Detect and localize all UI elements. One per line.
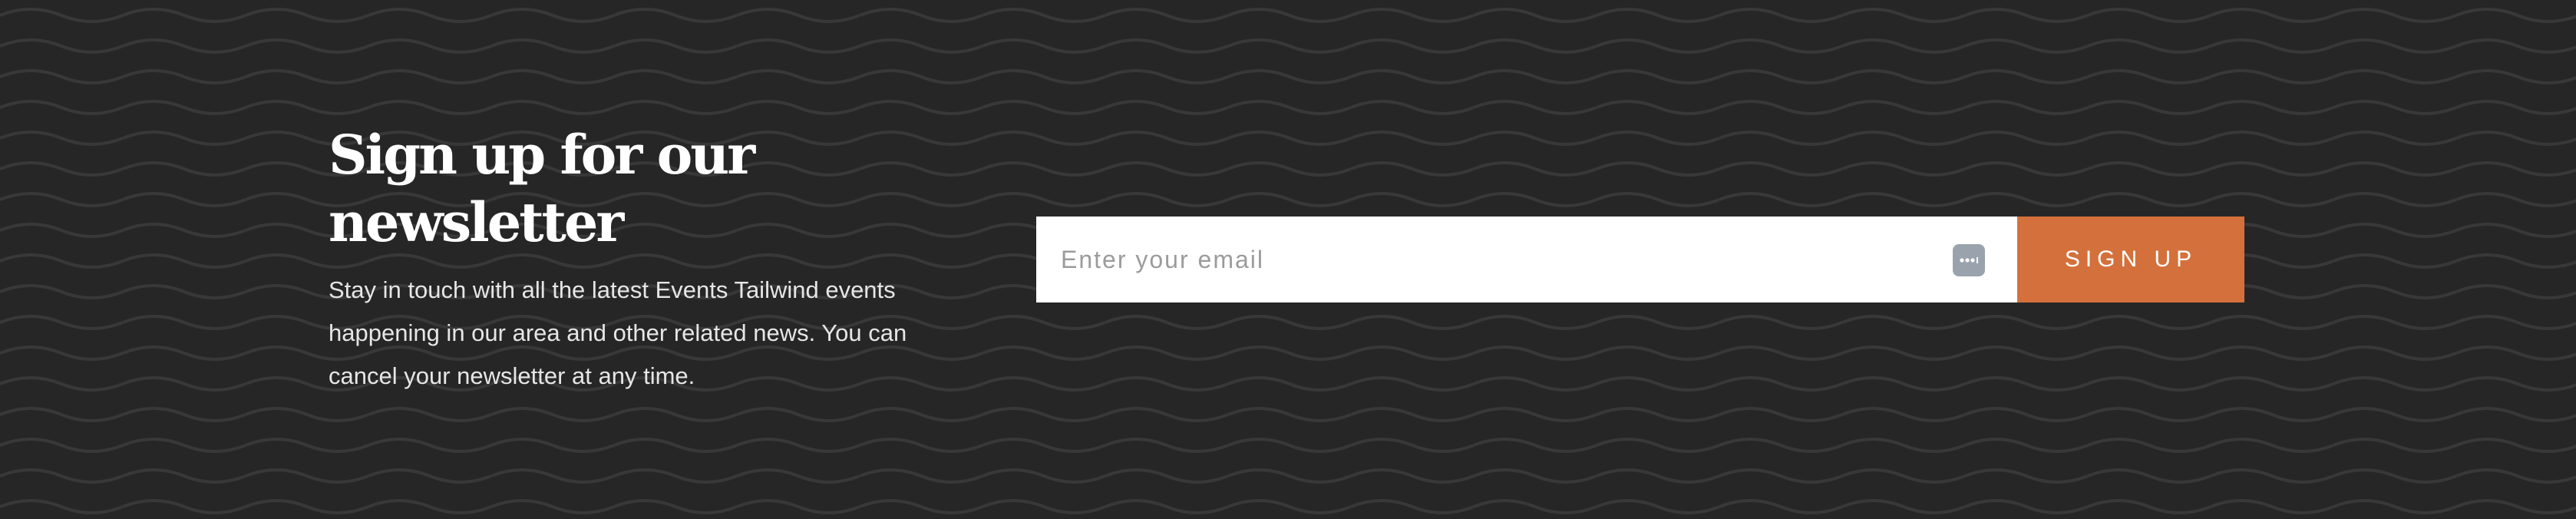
newsletter-form: SIGN UP bbox=[1036, 217, 2244, 302]
email-input[interactable] bbox=[1036, 217, 2017, 302]
newsletter-copy: Sign up for our newsletter Stay in touch… bbox=[329, 121, 958, 398]
password-dots-icon bbox=[1960, 257, 1978, 263]
newsletter-title: Sign up for our newsletter bbox=[329, 123, 755, 254]
newsletter-section: Sign up for our newsletter Stay in touch… bbox=[0, 0, 2576, 519]
email-field-wrapper bbox=[1036, 217, 2017, 302]
password-manager-icon[interactable] bbox=[1953, 244, 1985, 276]
sign-up-button[interactable]: SIGN UP bbox=[2017, 217, 2244, 302]
newsletter-description: Stay in touch with all the latest Events… bbox=[329, 276, 907, 389]
